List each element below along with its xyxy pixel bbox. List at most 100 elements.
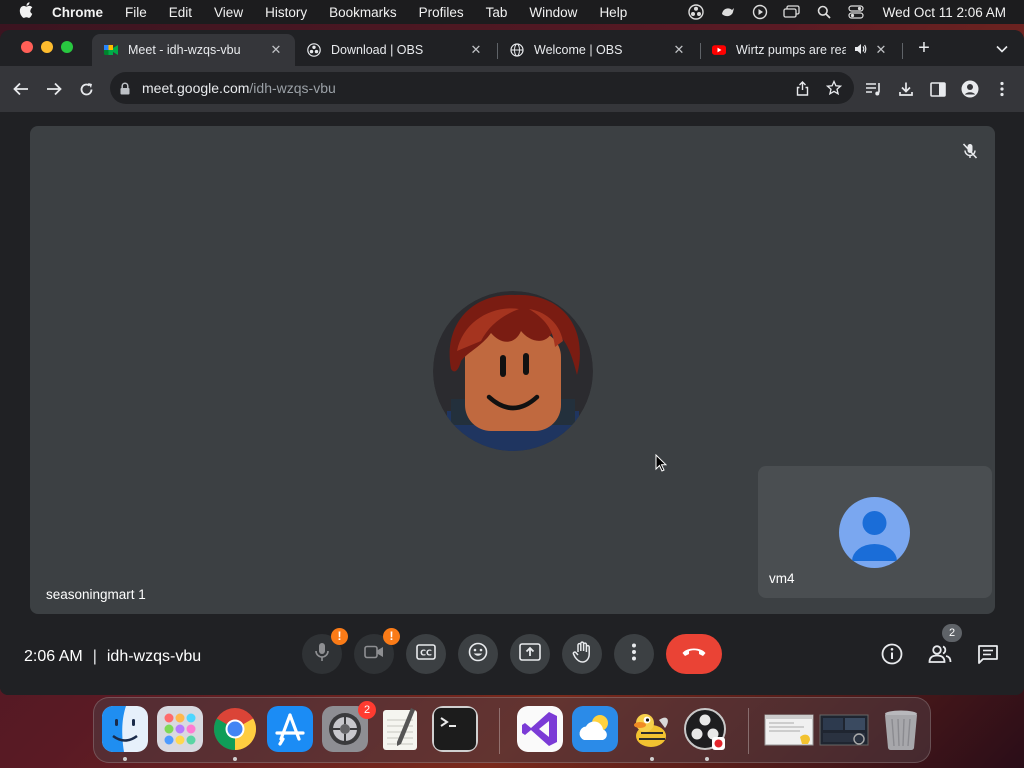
camera-warning-anchor: ! <box>354 628 400 674</box>
google-meet-icon <box>104 43 118 57</box>
dock-trash-icon[interactable] <box>878 706 924 752</box>
media-controls-icon[interactable] <box>864 79 884 99</box>
tab-title: Wirtz pumps are rea <box>736 43 846 57</box>
macos-dock: 2 <box>93 697 931 763</box>
hang-up-phone-icon <box>681 645 707 663</box>
dock-recent-screenshot-1[interactable] <box>764 706 814 752</box>
menu-bookmarks[interactable]: Bookmarks <box>318 5 408 20</box>
tab-download-obs[interactable]: Download | OBS ✕ <box>295 34 495 66</box>
menubar-clock[interactable]: Wed Oct 11 2:06 AM <box>879 5 1006 20</box>
camera-permission-warning-badge[interactable]: ! <box>383 628 400 645</box>
cyberduck-status-icon[interactable] <box>719 4 737 20</box>
menu-window[interactable]: Window <box>518 5 588 20</box>
globe-icon <box>510 43 524 57</box>
svg-text:CC: CC <box>420 648 432 657</box>
address-bar[interactable]: meet.google.com/idh-wzqs-vbu <box>110 72 854 104</box>
download-icon[interactable] <box>896 79 916 99</box>
dock-obs-icon[interactable] <box>682 706 728 752</box>
finder-running-indicator <box>123 757 127 761</box>
closed-captions-icon: CC <box>416 643 436 665</box>
share-icon[interactable] <box>794 80 810 96</box>
meeting-code: idh-wzqs-vbu <box>106 648 202 665</box>
main-participant-name: seasoningmart 1 <box>46 587 146 602</box>
microphone-warning-anchor: ! <box>302 628 348 674</box>
meeting-details: 2:06 AM | idh-wzqs-vbu <box>24 648 201 666</box>
control-center-icon[interactable] <box>847 4 865 20</box>
dock-weather-icon[interactable] <box>572 706 618 752</box>
side-panel-icon[interactable] <box>928 79 948 99</box>
participant-avatar <box>433 291 593 451</box>
tab-close-icon[interactable]: ✕ <box>469 42 483 58</box>
tab-close-icon[interactable]: ✕ <box>269 42 283 58</box>
menu-profiles[interactable]: Profiles <box>408 5 475 20</box>
obs-running-indicator <box>705 757 709 761</box>
more-options-button[interactable] <box>614 634 654 674</box>
meeting-time: 2:06 AM <box>24 648 83 665</box>
dock-recent-screenshot-2[interactable] <box>819 706 869 752</box>
captions-button[interactable]: CC <box>406 634 446 674</box>
screen-mirroring-icon[interactable] <box>783 4 801 20</box>
dock-separator <box>748 708 749 754</box>
microphone-permission-warning-badge[interactable]: ! <box>331 628 348 645</box>
browser-toolbar: meet.google.com/idh-wzqs-vbu <box>0 66 1024 112</box>
chrome-menu-kebab-icon[interactable] <box>992 79 1012 99</box>
cyberduck-running-indicator <box>650 757 654 761</box>
new-tab-plus-icon[interactable]: + <box>912 37 936 61</box>
youtube-icon <box>712 43 726 57</box>
meeting-info-icon[interactable] <box>880 642 904 666</box>
tab-welcome-obs[interactable]: Welcome | OBS ✕ <box>498 34 698 66</box>
play-status-icon[interactable] <box>751 4 769 20</box>
menu-app-chrome[interactable]: Chrome <box>52 5 114 20</box>
tab-strip: Meet - idh-wzqs-vbu ✕ Download | OBS ✕ W… <box>0 30 1024 66</box>
mic-muted-icon <box>961 142 979 160</box>
url-host: meet.google.com <box>142 80 250 96</box>
menu-tab[interactable]: Tab <box>475 5 519 20</box>
tab-close-icon[interactable]: ✕ <box>874 42 888 58</box>
menu-help[interactable]: Help <box>588 5 638 20</box>
dock-app-store-icon[interactable] <box>267 706 313 752</box>
reactions-button[interactable] <box>458 634 498 674</box>
tab-youtube[interactable]: Wirtz pumps are rea ✕ <box>700 34 900 66</box>
tab-meet[interactable]: Meet - idh-wzqs-vbu ✕ <box>92 34 295 66</box>
meet-control-bar: 2:06 AM | idh-wzqs-vbu CC 2 <box>0 614 1024 695</box>
present-screen-icon <box>519 642 541 666</box>
back-arrow-icon[interactable] <box>10 78 32 100</box>
forward-arrow-icon[interactable] <box>43 78 65 100</box>
raise-hand-button[interactable] <box>562 634 602 674</box>
participant-count-badge: 2 <box>942 624 962 642</box>
chat-icon[interactable] <box>976 642 1000 666</box>
leave-call-button[interactable] <box>666 634 722 674</box>
raise-hand-icon <box>572 640 592 668</box>
present-screen-button[interactable] <box>510 634 550 674</box>
meeting-info-separator: | <box>92 648 97 665</box>
obs-icon <box>307 43 321 57</box>
apple-menu-icon[interactable] <box>0 2 52 22</box>
profile-avatar-icon[interactable] <box>960 79 980 99</box>
chrome-running-indicator <box>233 757 237 761</box>
window-close-button[interactable] <box>21 41 33 53</box>
dock-visual-studio-icon[interactable] <box>517 706 563 752</box>
reload-icon[interactable] <box>75 78 97 100</box>
bookmark-star-icon[interactable] <box>826 80 842 96</box>
spotlight-search-icon[interactable] <box>815 4 833 20</box>
tab-close-icon[interactable]: ✕ <box>672 42 686 58</box>
dock-separator <box>499 708 500 754</box>
menu-view[interactable]: View <box>203 5 254 20</box>
dock-launchpad-icon[interactable] <box>157 706 203 752</box>
tab-audio-speaker-icon[interactable] <box>852 43 868 58</box>
dock-finder-icon[interactable] <box>102 706 148 752</box>
people-icon[interactable] <box>928 642 952 666</box>
dock-textedit-icon[interactable] <box>377 706 423 752</box>
menu-file[interactable]: File <box>114 5 158 20</box>
lock-icon[interactable] <box>120 82 134 95</box>
dock-chrome-icon[interactable] <box>212 706 258 752</box>
dock-terminal-icon[interactable] <box>432 706 478 752</box>
window-minimize-button[interactable] <box>41 41 53 53</box>
obs-status-icon[interactable] <box>687 4 705 20</box>
menu-history[interactable]: History <box>254 5 318 20</box>
menu-edit[interactable]: Edit <box>158 5 203 20</box>
window-zoom-button[interactable] <box>61 41 73 53</box>
dock-cyberduck-icon[interactable] <box>627 706 673 752</box>
tab-search-chevron-icon[interactable] <box>990 38 1014 60</box>
self-view-tile[interactable]: vm4 <box>758 466 992 598</box>
